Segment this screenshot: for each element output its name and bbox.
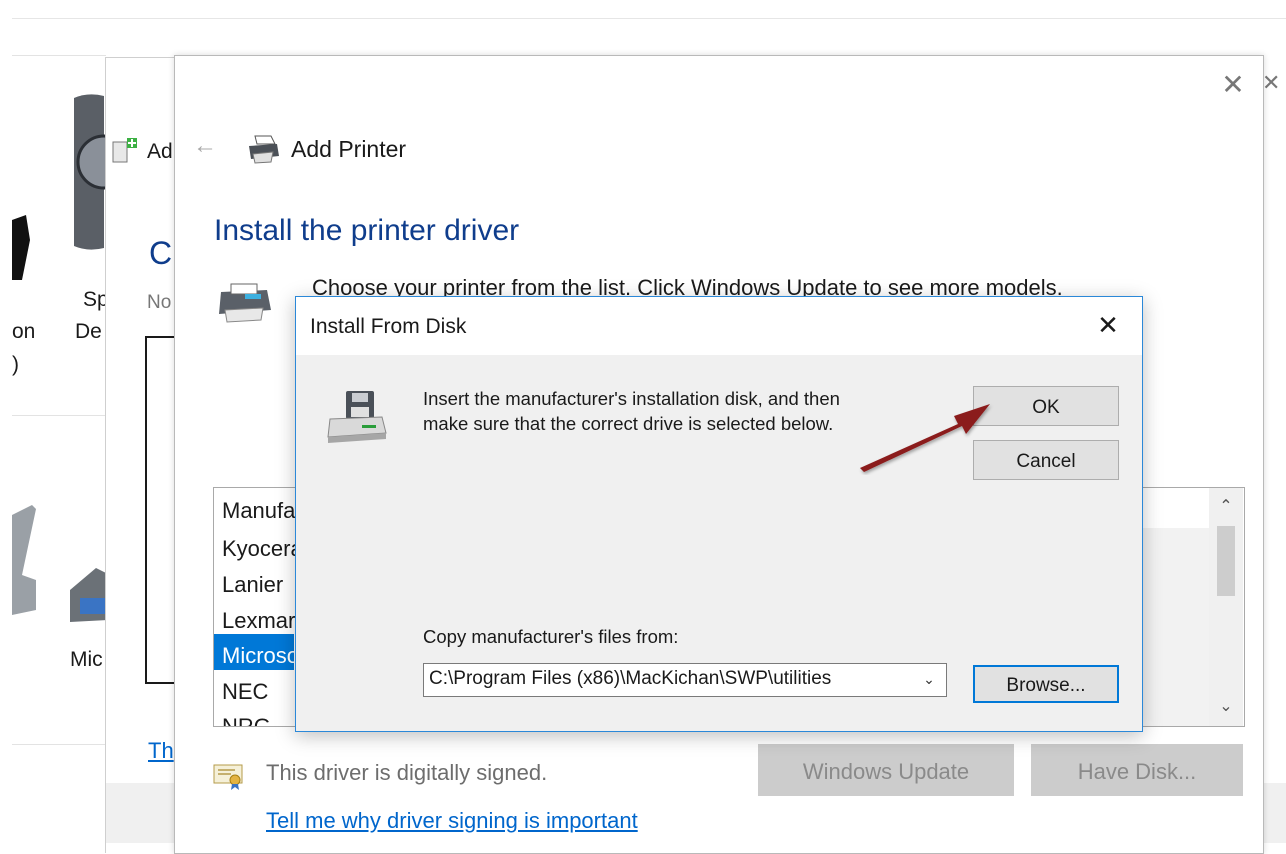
scanner-device-icon[interactable] [12,505,38,615]
close-icon[interactable]: ✕ [1218,70,1248,100]
scrollbar[interactable]: ⌃ ⌄ [1209,488,1243,726]
divider [12,744,106,745]
floppy-disk-drive-icon [327,391,387,443]
dialog-titlebar: Install From Disk ✕ [296,297,1142,355]
device-label: ) [12,353,19,376]
window-title: Add Printer [291,136,407,162]
link-partial[interactable]: Th [148,738,174,764]
device-icon[interactable] [12,210,32,280]
list-item[interactable]: Lexmar [222,608,295,634]
subtitle-partial: No [147,292,172,313]
scroll-up-icon[interactable]: ⌃ [1209,496,1243,516]
source-path-combobox[interactable]: C:\Program Files (x86)\MacKichan\SWP\uti… [423,663,947,697]
list-column-header[interactable]: Manufa [222,498,295,524]
close-icon[interactable]: ✕ [1092,309,1124,341]
device-label: De [75,320,102,343]
bottom-bar [106,783,176,843]
bg-toolbar [12,0,1286,19]
page-heading: Install the printer driver [214,214,520,247]
device-label: Mic [70,648,103,671]
list-item[interactable]: NRG [222,714,271,726]
speaker-device-icon[interactable] [68,92,108,252]
back-arrow-icon[interactable]: ← [193,134,221,158]
dialog-title: Install From Disk [310,315,467,338]
bottom-bar [1262,783,1286,843]
driver-signed-text: This driver is digitally signed. [266,760,548,785]
list-item[interactable]: Kyocera [222,536,303,562]
list-item[interactable]: Lanier [222,572,283,598]
device-label: on [12,320,36,343]
source-path-value[interactable]: C:\Program Files (x86)\MacKichan\SWP\uti… [429,668,831,690]
driver-signing-link[interactable]: Tell me why driver signing is important [266,808,638,834]
printer-icon [219,283,271,323]
list-item[interactable]: NEC [222,679,268,705]
printer-device-icon[interactable] [66,560,108,630]
install-from-disk-dialog: Install From Disk ✕ Insert the manufactu… [295,296,1143,732]
divider [12,415,106,416]
divider [12,55,106,56]
have-disk-button[interactable]: Have Disk... [1031,744,1243,796]
add-printer-icon [112,138,137,163]
windows-update-button[interactable]: Windows Update [758,744,1014,796]
list-item-selected[interactable]: Microso [222,643,299,669]
window-title-partial: Ad [147,140,173,163]
browse-button[interactable]: Browse... [973,665,1119,703]
certificate-icon [213,764,243,790]
annotation-arrow-icon [860,404,990,472]
scroll-thumb[interactable] [1217,526,1235,596]
copy-files-label: Copy manufacturer's files from: [423,626,679,647]
printer-icon [249,135,279,164]
scroll-down-icon[interactable]: ⌄ [1209,696,1243,716]
chevron-down-icon[interactable]: ⌄ [918,668,940,690]
add-printer-window-behind: Ad Cl No Th [105,57,183,853]
close-icon[interactable]: ✕ [1262,70,1280,96]
